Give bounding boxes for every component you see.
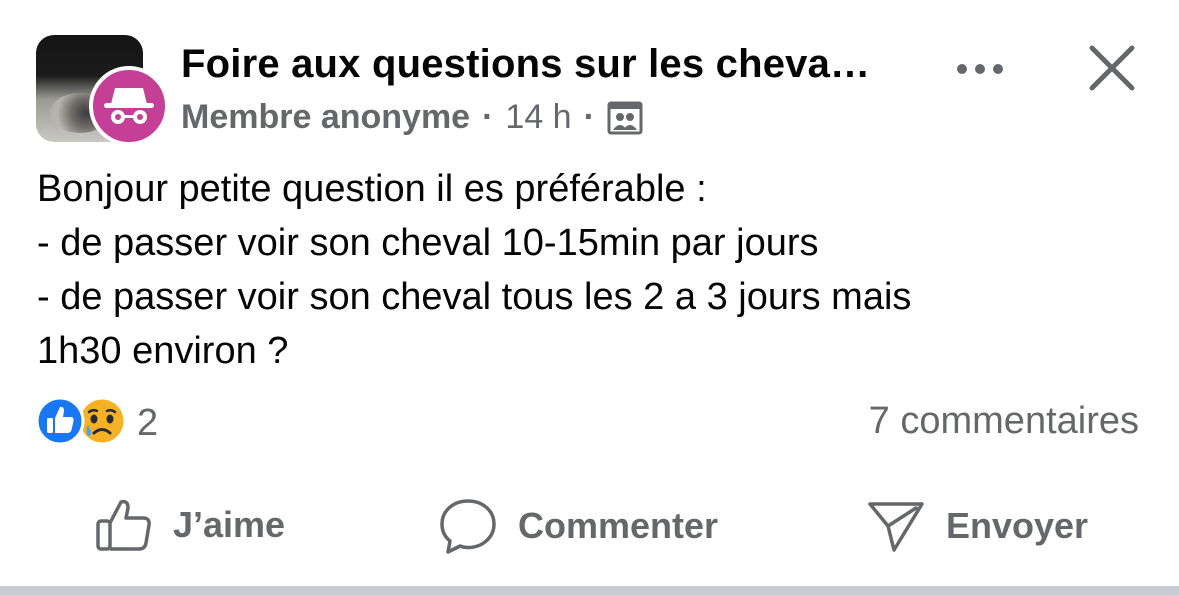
send-button[interactable]: Envoyer: [866, 496, 1088, 556]
meta-separator: ·: [482, 98, 494, 136]
send-label: Envoyer: [946, 505, 1089, 546]
post-action-bar: J’aime Commenter Envoyer: [0, 490, 1179, 570]
more-dots-icon: [957, 64, 1003, 74]
group-title[interactable]: Foire aux questions sur les cheva…: [181, 42, 870, 87]
like-reaction-icon: [35, 396, 85, 451]
comment-label: Commenter: [518, 505, 719, 546]
thumbs-up-icon: [96, 499, 151, 551]
post-meta: Membre anonyme · 14 h ·: [181, 98, 643, 137]
post-time[interactable]: 14 h: [505, 98, 571, 137]
divider: [0, 586, 1179, 595]
like-button[interactable]: J’aime: [95, 496, 285, 554]
reactions-summary[interactable]: 2: [35, 396, 158, 451]
comment-button[interactable]: Commenter: [438, 496, 718, 556]
close-icon: [1089, 45, 1135, 91]
more-options-button[interactable]: [952, 54, 1008, 84]
comments-count-link[interactable]: 7 commentaires: [869, 400, 1139, 443]
anonymous-avatar[interactable]: [89, 66, 169, 146]
meta-separator: ·: [583, 98, 595, 136]
group-audience-icon: [607, 100, 643, 136]
author-name[interactable]: Membre anonyme: [181, 98, 470, 137]
post-body-text: Bonjour petite question il es préférable…: [37, 168, 912, 372]
like-label: J’aime: [173, 504, 286, 545]
comment-bubble-icon: [440, 499, 496, 554]
reactions-count[interactable]: 2: [137, 402, 158, 445]
send-icon: [868, 502, 924, 552]
post-card: Foire aux questions sur les cheva… Membr…: [0, 0, 1179, 586]
incognito-icon: [104, 88, 154, 124]
close-button[interactable]: [1086, 42, 1138, 94]
post-header: Foire aux questions sur les cheva… Membr…: [0, 0, 1179, 150]
